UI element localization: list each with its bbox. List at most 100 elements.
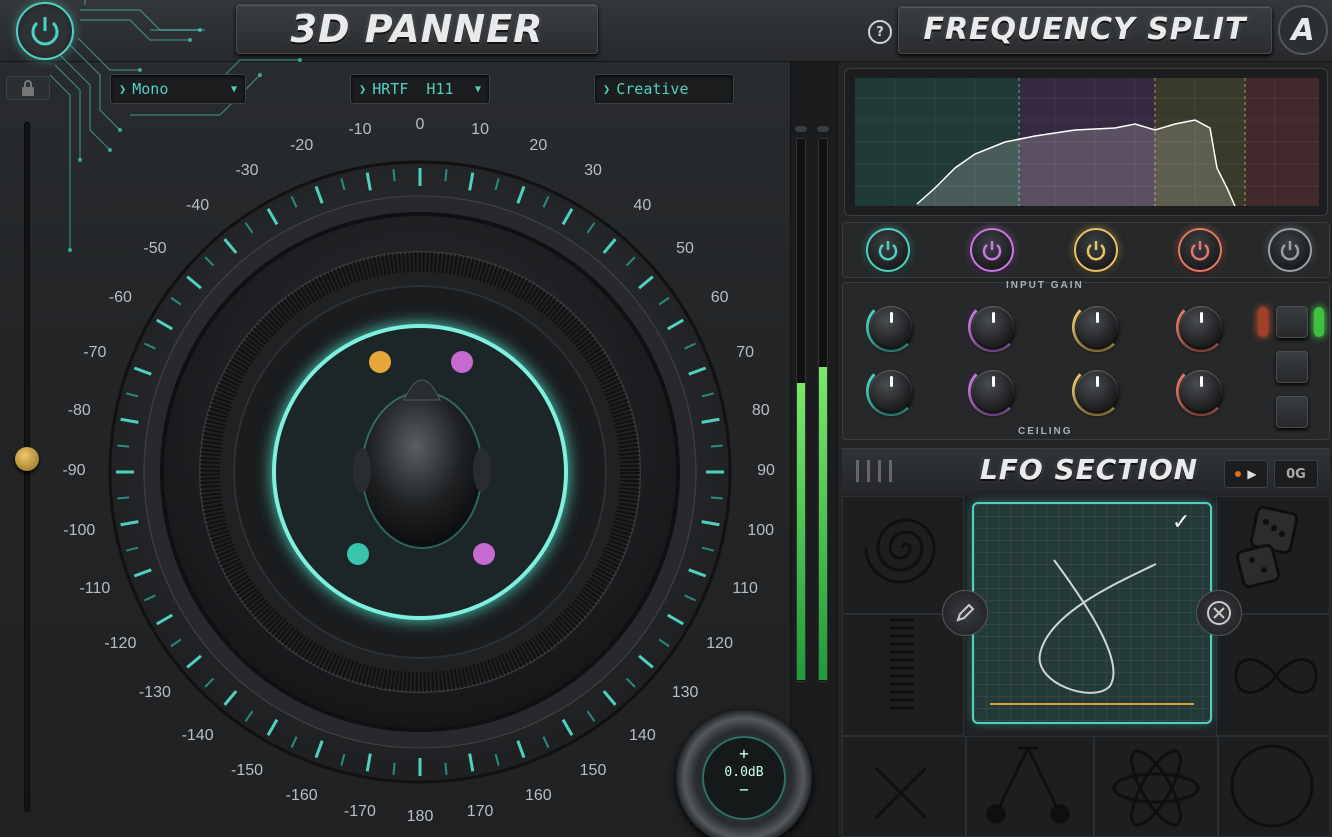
dial-tick-mark — [710, 444, 723, 448]
gain-plus-button[interactable]: + — [704, 744, 784, 763]
panner-dial[interactable] — [0, 0, 790, 837]
dial-tick-label: 150 — [579, 761, 607, 779]
dial-tick-label: -120 — [104, 635, 137, 652]
help-icon: ? — [876, 24, 884, 40]
dial-tick-mark — [117, 496, 130, 500]
infinity-icon — [1234, 658, 1318, 694]
gain-value: 0.0dB — [724, 765, 764, 780]
knob-cap — [870, 306, 912, 348]
dial-tick-label: 60 — [710, 289, 729, 306]
power-icon — [1190, 241, 1210, 261]
dial-tick-label: -100 — [63, 522, 96, 540]
input-gain-knob-2[interactable] — [968, 302, 1018, 352]
output-gain-knob[interactable]: + 0.0dB − — [676, 710, 812, 837]
ceiling-knob-1[interactable] — [866, 366, 916, 416]
dial-tick-label: 90 — [757, 462, 775, 479]
dial-tick-label: -130 — [138, 684, 171, 702]
input-gain-knob-3[interactable] — [1072, 302, 1122, 352]
level-meter-left-fill — [797, 383, 805, 680]
option-button-1[interactable] — [1276, 306, 1308, 338]
lfo-clear-button[interactable] — [1196, 590, 1242, 636]
dial-tick-label: 160 — [524, 787, 552, 805]
dial-tick-label: 170 — [466, 802, 494, 820]
knob-cap — [972, 370, 1014, 412]
input-gain-knob-1[interactable] — [866, 302, 916, 352]
lfo-og-button[interactable]: 0G — [1274, 460, 1318, 488]
ceiling-knob-2[interactable] — [968, 366, 1018, 416]
knob-cap — [1076, 306, 1118, 348]
solo-led-green — [1314, 307, 1324, 337]
spiral-icon — [864, 518, 936, 584]
og-label: 0G — [1286, 466, 1306, 482]
dial-tick-label: 50 — [676, 239, 694, 257]
logo-letter: A — [1291, 12, 1315, 48]
dial-tick-label: -40 — [186, 196, 210, 214]
dial-tick-label: 130 — [671, 684, 699, 702]
lfo-play-button[interactable]: ▶ — [1224, 460, 1268, 488]
band-power-button-5[interactable] — [1268, 228, 1312, 272]
dial-tick-label: -170 — [343, 802, 376, 820]
dial-tick-label: -80 — [67, 401, 91, 419]
dial-tick-label: -30 — [235, 162, 259, 180]
band-power-button-3[interactable] — [1074, 228, 1118, 272]
dial-tick-label: -10 — [348, 121, 372, 139]
dial-tick-label: -50 — [143, 239, 167, 257]
close-icon — [1207, 601, 1231, 625]
dial-tick-mark — [444, 169, 448, 182]
band-power-button-2[interactable] — [970, 228, 1014, 272]
power-icon — [982, 241, 1002, 261]
dial-tick-label: -60 — [108, 289, 132, 306]
knob-cap — [972, 306, 1014, 348]
band-power-button-1[interactable] — [866, 228, 910, 272]
meter-cap-right — [817, 126, 829, 132]
dial-tick-label: 100 — [747, 522, 775, 540]
spectrum-display[interactable] — [855, 78, 1319, 206]
knob-cap — [1180, 306, 1222, 348]
play-icon: ▶ — [1247, 467, 1257, 481]
record-led — [1235, 471, 1242, 477]
knob-cap — [1076, 370, 1118, 412]
band-power-button-4[interactable] — [1178, 228, 1222, 272]
dial-tick-label: 10 — [471, 121, 489, 139]
source-ball-purple[interactable] — [451, 351, 473, 373]
lfo-edit-button[interactable] — [942, 590, 988, 636]
lfo-grip-icon — [856, 460, 912, 482]
pencil-icon — [956, 603, 975, 622]
brand-logo: A — [1278, 5, 1328, 55]
dial-tick-mark — [392, 762, 396, 775]
ceiling-label: CEILING — [1018, 426, 1073, 437]
dial-tick-mark — [117, 444, 130, 448]
source-ball-magenta[interactable] — [473, 543, 495, 565]
option-button-2[interactable] — [1276, 351, 1308, 383]
dial-tick-label: -140 — [181, 727, 214, 745]
dial-tick-mark — [444, 762, 448, 775]
input-gain-knob-4[interactable] — [1176, 302, 1226, 352]
atom-icon — [1112, 772, 1200, 804]
gain-minus-button[interactable]: − — [704, 780, 784, 799]
dial-tick-label: 80 — [751, 401, 770, 419]
pendulum-icon — [994, 746, 1062, 815]
dial-tick-label: 180 — [406, 808, 434, 825]
frequency-title-plate: FREQUENCY SPLIT — [898, 6, 1272, 54]
ceiling-knob-3[interactable] — [1072, 366, 1122, 416]
cross-icon — [874, 766, 928, 820]
dial-tick-label: -150 — [230, 761, 264, 779]
power-icon — [1280, 241, 1300, 261]
source-ball-yellow[interactable] — [369, 351, 391, 373]
dice-icon — [1235, 505, 1299, 589]
spring-icon — [890, 618, 914, 710]
ceiling-knob-4[interactable] — [1176, 366, 1226, 416]
dial-tick-label: 40 — [633, 196, 652, 214]
option-button-3[interactable] — [1276, 396, 1308, 428]
meter-cap-left — [795, 126, 807, 132]
lfo-shape-selected[interactable]: ✓ — [972, 502, 1212, 724]
source-ball-teal[interactable] — [347, 543, 369, 565]
dial-tick-label: -160 — [285, 787, 318, 805]
output-gain-display: + 0.0dB − — [702, 736, 786, 820]
dial-tick-label: 0 — [415, 116, 425, 133]
dial-tick-label: 30 — [584, 162, 602, 180]
dial-tick-label: -110 — [79, 580, 111, 598]
dial-tick-mark — [392, 169, 396, 182]
help-button[interactable]: ? — [868, 20, 892, 44]
knob-cap — [870, 370, 912, 412]
